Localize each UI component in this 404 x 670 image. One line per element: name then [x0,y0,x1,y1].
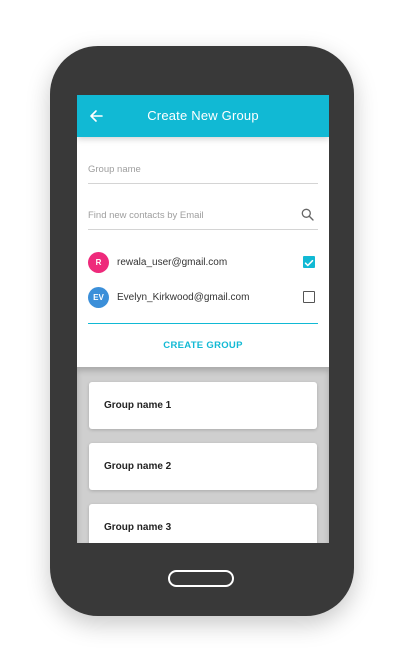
home-button[interactable] [168,570,234,587]
divider [88,323,318,324]
contact-row[interactable]: EV Evelyn_Kirkwood@gmail.com [88,287,318,309]
app-screen: Create New Group R rewala_user@gmail.com… [77,95,329,543]
contact-checkbox[interactable] [303,256,315,268]
group-name-field [88,164,318,184]
contact-search-field [88,208,318,230]
create-group-button[interactable]: CREATE GROUP [77,340,329,351]
group-name-input[interactable] [88,164,288,175]
app-bar: Create New Group [77,95,329,137]
group-name: Group name 1 [104,400,172,411]
contact-checkbox[interactable] [303,291,315,303]
group-card[interactable]: Group name 1 [89,382,317,429]
check-icon [304,259,314,267]
group-card[interactable]: Group name 3 [89,504,317,543]
contact-email: rewala_user@gmail.com [117,257,228,268]
group-card[interactable]: Group name 2 [89,443,317,490]
group-list: Group name 1 Group name 2 Group name 3 [77,367,329,543]
page-title: Create New Group [147,108,259,123]
search-icon[interactable] [301,208,314,221]
group-name: Group name 3 [104,522,172,533]
contact-row[interactable]: R rewala_user@gmail.com [88,252,318,274]
contact-email: Evelyn_Kirkwood@gmail.com [117,292,250,303]
contact-search-input[interactable] [88,210,288,221]
group-name: Group name 2 [104,461,172,472]
create-group-form: R rewala_user@gmail.com EV Evelyn_Kirkwo… [77,137,329,367]
avatar: EV [88,287,109,308]
avatar: R [88,252,109,273]
